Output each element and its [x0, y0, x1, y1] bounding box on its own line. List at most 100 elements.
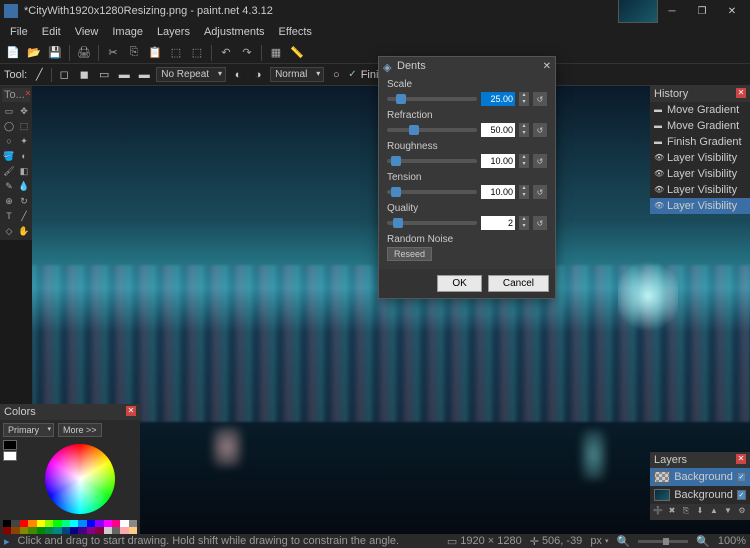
palette-swatch[interactable] — [28, 520, 36, 527]
palette-swatch[interactable] — [11, 520, 19, 527]
current-tool-icon[interactable]: ╱ — [31, 67, 47, 83]
spinner[interactable]: ▴▾ — [519, 154, 529, 168]
palette-swatch[interactable] — [112, 527, 120, 534]
gradient-tool[interactable]: ◐ — [17, 149, 31, 163]
shapes-tool[interactable]: ◇ — [2, 224, 16, 238]
shape-fill-icon[interactable]: ◼ — [76, 67, 92, 83]
palette-swatch[interactable] — [87, 520, 95, 527]
palette-swatch[interactable] — [45, 527, 53, 534]
more-button[interactable]: More >> — [58, 423, 102, 437]
layer-item[interactable]: Background✓ — [650, 486, 750, 504]
roughness-input[interactable]: 10.00 — [481, 154, 515, 168]
history-item[interactable]: ▬Finish Gradient — [650, 134, 750, 150]
document-thumbnail[interactable] — [618, 0, 658, 23]
move-selection-tool[interactable]: ⬚ — [17, 119, 31, 133]
duplicate-layer-icon[interactable]: ⎘ — [680, 506, 692, 518]
maximize-button[interactable]: ❐ — [688, 1, 716, 21]
palette-swatch[interactable] — [37, 520, 45, 527]
roughness-slider[interactable] — [387, 159, 477, 163]
tension-input[interactable]: 10.00 — [481, 185, 515, 199]
palette-swatch[interactable] — [20, 527, 28, 534]
primary-swatch[interactable] — [3, 440, 17, 450]
spinner[interactable]: ▴▾ — [519, 123, 529, 137]
moveup-layer-icon[interactable]: ▲ — [708, 506, 720, 518]
palette-swatch[interactable] — [45, 520, 53, 527]
pencil-tool[interactable]: ✎ — [2, 179, 16, 193]
scale-slider[interactable] — [387, 97, 477, 101]
lasso-tool[interactable]: ◯ — [2, 119, 16, 133]
history-item[interactable]: 👁Layer Visibility — [650, 166, 750, 182]
paste-icon[interactable]: 📋 — [146, 44, 164, 62]
palette-swatch[interactable] — [62, 520, 70, 527]
ok-button[interactable]: OK — [437, 275, 481, 292]
ruler-icon[interactable]: 📏 — [288, 44, 306, 62]
undo-icon[interactable]: ↶ — [217, 44, 235, 62]
eraser-tool[interactable]: ◧ — [17, 164, 31, 178]
deselect-icon[interactable]: ⬚ — [188, 44, 206, 62]
scale-input[interactable]: 25.00 — [481, 92, 515, 106]
bucket-tool[interactable]: 🪣 — [2, 149, 16, 163]
layers-close-icon[interactable]: ✕ — [736, 454, 746, 464]
select-rect-tool[interactable]: ▭ — [2, 104, 16, 118]
move-tool[interactable]: ✥ — [17, 104, 31, 118]
menu-file[interactable]: File — [4, 24, 34, 40]
history-item[interactable]: 👁Layer Visibility — [650, 182, 750, 198]
menu-layers[interactable]: Layers — [151, 24, 196, 40]
palette-swatch[interactable] — [53, 520, 61, 527]
palette-swatch[interactable] — [62, 527, 70, 534]
reset-icon[interactable]: ↺ — [533, 123, 547, 137]
recolor-tool[interactable]: ↻ — [17, 194, 31, 208]
wand-tool[interactable]: ✦ — [17, 134, 31, 148]
brush-tool[interactable]: 🖌 — [2, 164, 16, 178]
zoom-slider[interactable] — [638, 540, 688, 543]
palette-swatch[interactable] — [70, 520, 78, 527]
visibility-toggle[interactable]: ✓ — [737, 490, 746, 500]
pan-tool[interactable]: ✋ — [17, 224, 31, 238]
repeat-dropdown[interactable]: No Repeat — [156, 67, 226, 82]
menu-effects[interactable]: Effects — [273, 24, 318, 40]
menu-edit[interactable]: Edit — [36, 24, 67, 40]
spinner[interactable]: ▴▾ — [519, 216, 529, 230]
spinner[interactable]: ▴▾ — [519, 92, 529, 106]
palette-swatch[interactable] — [95, 520, 103, 527]
print-icon[interactable]: 🖨 — [75, 44, 93, 62]
palette-swatch[interactable] — [104, 520, 112, 527]
swatch2-icon[interactable]: ▬ — [136, 67, 152, 83]
open-icon[interactable]: 📂 — [25, 44, 43, 62]
history-item[interactable]: 👁Layer Visibility — [650, 150, 750, 166]
shape-outline-icon[interactable]: ▭ — [96, 67, 112, 83]
grid-icon[interactable]: ▦ — [267, 44, 285, 62]
menu-adjustments[interactable]: Adjustments — [198, 24, 271, 40]
zoom-out-icon[interactable]: 🔍 — [616, 535, 630, 548]
secondary-swatch[interactable] — [3, 451, 17, 461]
add-layer-icon[interactable]: ➕ — [652, 506, 664, 518]
reset-icon[interactable]: ↺ — [533, 216, 547, 230]
palette-swatch[interactable] — [70, 527, 78, 534]
minimize-button[interactable]: ─ — [658, 1, 686, 21]
palette-swatch[interactable] — [120, 520, 128, 527]
dialog-header[interactable]: ◈ Dents ✕ — [379, 57, 555, 75]
palette-swatch[interactable] — [78, 520, 86, 527]
line-tool[interactable]: ╱ — [17, 209, 31, 223]
picker-tool[interactable]: 💧 — [17, 179, 31, 193]
menu-image[interactable]: Image — [106, 24, 149, 40]
alpha-icon[interactable]: ○ — [328, 67, 344, 83]
copy-icon[interactable]: ⎘ — [125, 44, 143, 62]
history-item[interactable]: ▬Move Gradient — [650, 102, 750, 118]
reset-icon[interactable]: ↺ — [533, 185, 547, 199]
dialog-close-icon[interactable]: ✕ — [543, 61, 551, 72]
history-close-icon[interactable]: ✕ — [736, 88, 746, 98]
ellipse-select-tool[interactable]: ○ — [2, 134, 16, 148]
visibility-toggle[interactable]: ✓ — [737, 472, 746, 482]
crop-icon[interactable]: ⬚ — [167, 44, 185, 62]
save-icon[interactable]: 💾 — [46, 44, 64, 62]
delete-layer-icon[interactable]: ✖ — [666, 506, 678, 518]
color-mode-dropdown[interactable]: Primary — [3, 423, 54, 437]
unit-label[interactable]: px — [590, 535, 602, 547]
palette-swatch[interactable] — [129, 520, 137, 527]
blend-dropdown[interactable]: Normal — [270, 67, 324, 82]
reset-icon[interactable]: ↺ — [533, 92, 547, 106]
palette-swatch[interactable] — [28, 527, 36, 534]
close-button[interactable]: ✕ — [718, 1, 746, 21]
spinner[interactable]: ▴▾ — [519, 185, 529, 199]
